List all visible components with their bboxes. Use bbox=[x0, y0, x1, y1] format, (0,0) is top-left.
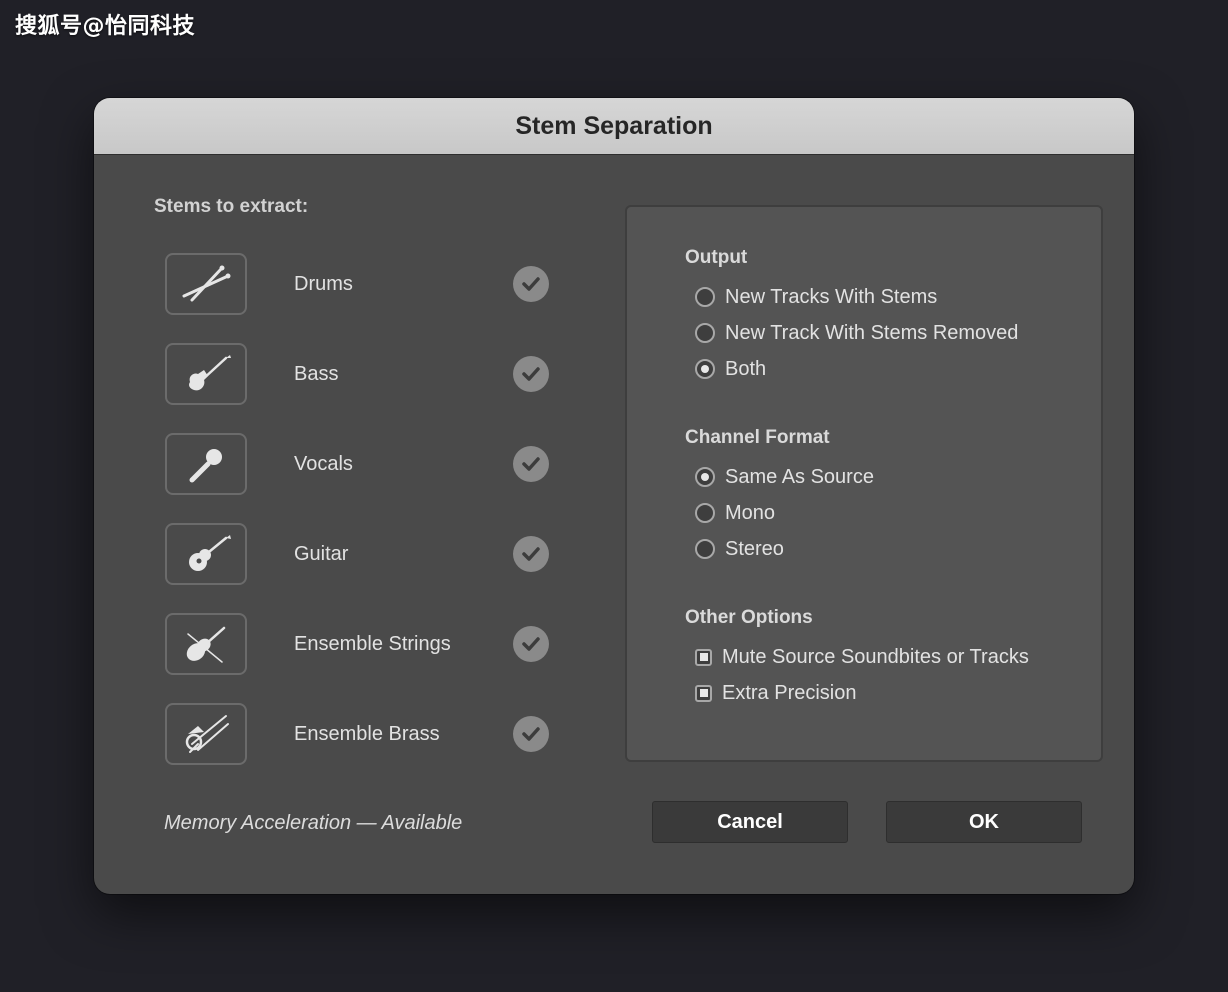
stem-button-ensemble-brass[interactable] bbox=[165, 703, 247, 765]
channel-option-same-as-source[interactable]: Same As Source bbox=[695, 465, 874, 489]
stem-row-guitar: Guitar bbox=[165, 523, 555, 589]
stem-label-guitar: Guitar bbox=[294, 543, 349, 565]
stem-button-drums[interactable] bbox=[165, 253, 247, 315]
checkmark-icon bbox=[522, 457, 540, 471]
output-heading: Output bbox=[685, 247, 748, 268]
radio-button[interactable] bbox=[695, 503, 715, 523]
checkbox-checked[interactable] bbox=[695, 684, 712, 702]
stem-row-ensemble-strings: Ensemble Strings bbox=[165, 613, 555, 679]
stem-checkbox-bass[interactable] bbox=[513, 356, 549, 392]
acoustic-guitar-icon bbox=[189, 535, 231, 571]
output-option-both[interactable]: Both bbox=[695, 357, 766, 381]
radio-button-selected[interactable] bbox=[695, 359, 715, 379]
dialog-title: Stem Separation bbox=[515, 111, 713, 140]
channel-option-mono[interactable]: Mono bbox=[695, 501, 775, 525]
stem-checkbox-guitar[interactable] bbox=[513, 536, 549, 572]
stem-button-bass[interactable] bbox=[165, 343, 247, 405]
checkmark-icon bbox=[522, 367, 540, 381]
option-label: Mute Source Soundbites or Tracks bbox=[722, 645, 1029, 668]
stem-label-ensemble-strings: Ensemble Strings bbox=[294, 633, 451, 655]
option-label: Stereo bbox=[725, 537, 784, 560]
violin-icon bbox=[186, 626, 226, 663]
stem-button-vocals[interactable] bbox=[165, 433, 247, 495]
cancel-button[interactable]: Cancel bbox=[652, 801, 848, 843]
options-panel: Output New Tracks With Stems New Track W… bbox=[625, 205, 1103, 762]
channel-option-stereo[interactable]: Stereo bbox=[695, 537, 784, 561]
radio-button-selected[interactable] bbox=[695, 467, 715, 487]
stems-heading: Stems to extract: bbox=[154, 196, 309, 217]
stem-checkbox-vocals[interactable] bbox=[513, 446, 549, 482]
stem-label-bass: Bass bbox=[294, 363, 339, 385]
stem-button-guitar[interactable] bbox=[165, 523, 247, 585]
option-label: Mono bbox=[725, 501, 776, 524]
option-label: Extra Precision bbox=[722, 681, 857, 704]
stem-row-bass: Bass bbox=[165, 343, 555, 409]
stem-separation-dialog: Stem Separation Stems to extract: Drums bbox=[94, 98, 1134, 894]
option-label: Same As Source bbox=[725, 465, 874, 488]
other-options-heading: Other Options bbox=[685, 607, 813, 628]
drumsticks-icon bbox=[182, 265, 231, 302]
output-option-new-tracks-with-stems[interactable]: New Tracks With Stems bbox=[695, 285, 937, 309]
radio-button[interactable] bbox=[695, 287, 715, 307]
checkmark-icon bbox=[522, 277, 540, 291]
option-label: Both bbox=[725, 357, 767, 380]
checkmark-icon bbox=[522, 547, 540, 561]
stem-row-vocals: Vocals bbox=[165, 433, 555, 499]
stem-label-ensemble-brass: Ensemble Brass bbox=[294, 723, 440, 745]
option-extra-precision[interactable]: Extra Precision bbox=[695, 681, 857, 705]
stem-checkbox-drums[interactable] bbox=[513, 266, 549, 302]
stem-row-drums: Drums bbox=[165, 253, 555, 319]
bass-guitar-icon bbox=[189, 355, 231, 391]
stem-row-ensemble-brass: Ensemble Brass bbox=[165, 703, 555, 769]
stem-checkbox-ensemble-brass[interactable] bbox=[513, 716, 549, 752]
trombone-icon bbox=[185, 715, 229, 753]
output-option-new-track-stems-removed[interactable]: New Track With Stems Removed bbox=[695, 321, 1018, 345]
checkmark-icon bbox=[522, 637, 540, 651]
option-label: New Tracks With Stems bbox=[725, 285, 938, 308]
dialog-titlebar: Stem Separation bbox=[94, 98, 1134, 155]
stem-checkbox-ensemble-strings[interactable] bbox=[513, 626, 549, 662]
option-label: New Track With Stems Removed bbox=[725, 321, 1019, 344]
option-mute-source[interactable]: Mute Source Soundbites or Tracks bbox=[695, 645, 1029, 669]
stem-label-drums: Drums bbox=[294, 273, 353, 295]
radio-button[interactable] bbox=[695, 539, 715, 559]
checkmark-icon bbox=[522, 727, 540, 741]
stem-button-ensemble-strings[interactable] bbox=[165, 613, 247, 675]
radio-button[interactable] bbox=[695, 323, 715, 343]
microphone-icon bbox=[189, 449, 222, 483]
stem-label-vocals: Vocals bbox=[294, 453, 353, 475]
memory-acceleration-status: Memory Acceleration — Available bbox=[164, 812, 463, 834]
watermark: 搜狐号@怡同科技 bbox=[15, 14, 196, 39]
channel-format-heading: Channel Format bbox=[685, 427, 830, 448]
ok-button[interactable]: OK bbox=[886, 801, 1082, 843]
checkbox-checked[interactable] bbox=[695, 648, 712, 666]
